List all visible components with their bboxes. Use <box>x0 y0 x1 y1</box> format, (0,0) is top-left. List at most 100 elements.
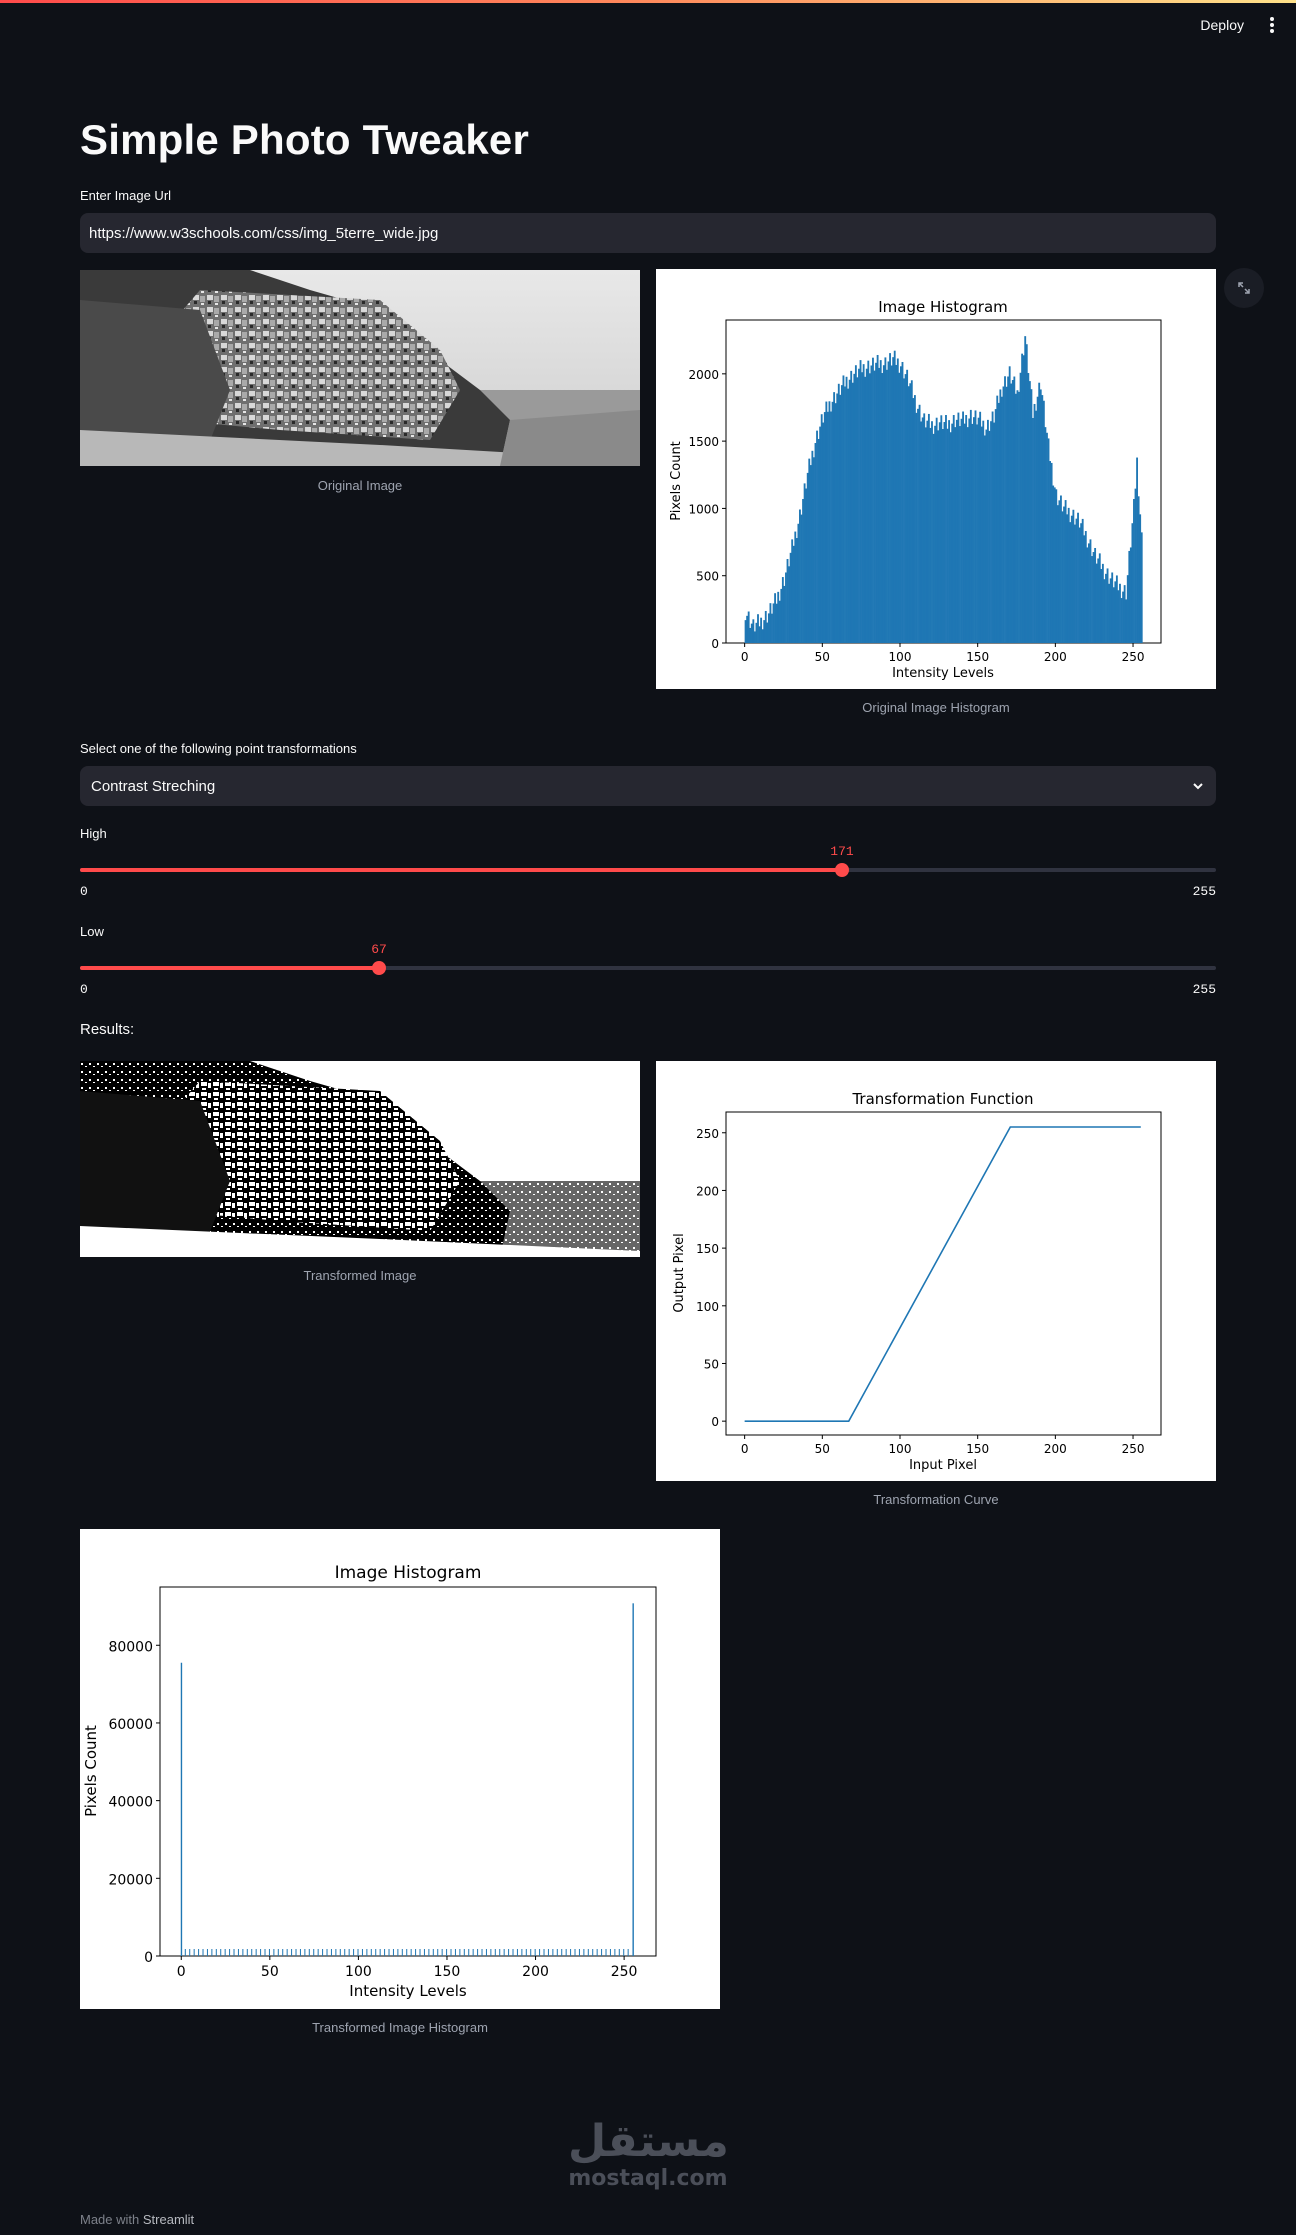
histogram-bar <box>255 1949 257 1956</box>
x-tick-label: 0 <box>741 650 749 664</box>
histogram-bar <box>601 1949 603 1956</box>
page-title: Simple Photo Tweaker <box>80 116 529 163</box>
histogram-bar <box>308 1949 310 1956</box>
x-tick-label: 50 <box>815 650 830 664</box>
histogram-bar <box>437 1949 439 1956</box>
histogram-bar <box>406 1949 408 1956</box>
x-axis-label: Intensity Levels <box>892 666 994 681</box>
histogram-bar <box>317 1949 319 1956</box>
original-histogram-caption: Original Image Histogram <box>862 700 1010 715</box>
histogram-bar <box>366 1949 368 1956</box>
histogram-bar <box>450 1949 452 1956</box>
histogram-bar <box>229 1949 231 1956</box>
histogram-bar <box>534 1949 536 1956</box>
histogram-bar <box>384 1949 386 1956</box>
histogram-bar <box>614 1949 616 1956</box>
transformed-histogram-chart: 0 50 100 150 200 250 0 20000 40000 60000 80000 Im… <box>82 1563 657 2000</box>
histogram-bar <box>264 1949 266 1956</box>
fullscreen-button[interactable] <box>1224 268 1264 308</box>
histogram-bar <box>206 1949 208 1956</box>
histogram-bar <box>459 1949 461 1956</box>
high-slider[interactable]: 171 <box>80 844 1216 885</box>
histogram-bar <box>202 1949 204 1956</box>
histogram-bar <box>339 1949 341 1956</box>
y-tick-label: 2000 <box>688 368 719 382</box>
x-tick-label: 200 <box>1044 650 1067 664</box>
expand-icon <box>1238 282 1250 294</box>
x-tick-label: 150 <box>434 1964 461 1980</box>
histogram-bar <box>508 1949 510 1956</box>
x-tick-label: 250 <box>611 1964 638 1980</box>
footer: Made with Streamlit <box>80 2212 194 2227</box>
x-tick-label: 250 <box>1122 650 1145 664</box>
low-slider[interactable]: 67 <box>80 942 1216 983</box>
histogram-bar <box>220 1949 222 1956</box>
x-tick-label: 0 <box>177 1964 186 1980</box>
y-tick-label: 150 <box>696 1242 719 1256</box>
x-tick-label: 200 <box>522 1964 549 1980</box>
transformation-select-value: Contrast Streching <box>91 777 216 795</box>
y-tick-label: 80000 <box>108 1639 153 1655</box>
histogram-bar <box>415 1949 417 1956</box>
histogram-bar <box>286 1949 288 1956</box>
histogram-bar <box>477 1949 479 1956</box>
histogram-bar <box>370 1949 372 1956</box>
histogram-bar <box>623 1949 625 1956</box>
y-tick-label: 0 <box>711 637 719 651</box>
histogram-bar <box>552 1949 554 1956</box>
footer-prefix: Made with <box>80 2212 143 2227</box>
histogram-bar <box>246 1949 248 1956</box>
main-menu-icon[interactable] <box>1264 13 1280 37</box>
histogram-bar <box>313 1949 315 1956</box>
histogram-bar <box>344 1949 346 1956</box>
histogram-bar <box>397 1949 399 1956</box>
x-tick-label: 250 <box>1122 1442 1145 1456</box>
histogram-bar <box>446 1949 448 1956</box>
y-tick-label: 250 <box>696 1127 719 1141</box>
slider-fill <box>80 966 379 970</box>
histogram-bar <box>428 1949 430 1956</box>
histogram-bar <box>468 1949 470 1956</box>
histogram-bar <box>441 1949 443 1956</box>
y-axis-label: Pixels Count <box>82 1725 100 1817</box>
chart-title: Transformation Function <box>851 1090 1033 1108</box>
histogram-bar <box>583 1949 585 1956</box>
histogram-bar <box>251 1949 253 1956</box>
watermark-latin: mostaql.com <box>568 2166 728 2191</box>
transformation-line <box>744 1126 1141 1422</box>
high-slider-thumb[interactable] <box>835 863 849 877</box>
deploy-button[interactable]: Deploy <box>1194 13 1250 37</box>
streamlit-link[interactable]: Streamlit <box>143 2212 194 2227</box>
histogram-bar <box>512 1949 514 1956</box>
image-url-input[interactable] <box>80 213 1216 253</box>
histogram-bar <box>291 1949 293 1956</box>
y-axis-label: Pixels Count <box>669 441 684 521</box>
histogram-bar <box>587 1949 589 1956</box>
histogram-bar <box>547 1949 549 1956</box>
histogram-bar <box>419 1949 421 1956</box>
histogram-bar <box>485 1949 487 1956</box>
histogram-bar <box>189 1949 191 1956</box>
low-slider-thumb[interactable] <box>372 961 386 975</box>
results-heading: Results: <box>80 1021 135 1038</box>
histogram-bar <box>260 1949 262 1956</box>
low-slider-value: 67 <box>371 942 387 957</box>
x-axis-label: Input Pixel <box>909 1458 977 1473</box>
histogram-bar <box>237 1949 239 1956</box>
histogram-bar <box>330 1949 332 1956</box>
histogram-bar <box>627 1949 629 1956</box>
original-image <box>80 270 640 466</box>
transformation-select[interactable]: Contrast Streching <box>80 766 1216 806</box>
histogram-bar <box>193 1949 195 1956</box>
plot-frame <box>725 1111 1162 1436</box>
histogram-bar <box>233 1949 235 1956</box>
high-slider-label: High <box>80 826 107 841</box>
y-tick-label: 1000 <box>688 502 719 516</box>
x-tick-label: 100 <box>345 1964 372 1980</box>
chart-title: Image Histogram <box>878 298 1008 316</box>
y-axis-label: Output Pixel <box>672 1233 687 1312</box>
x-tick-label: 50 <box>815 1442 830 1456</box>
histogram-bar <box>539 1949 541 1956</box>
histogram-bar <box>379 1949 381 1956</box>
histogram-bar <box>490 1949 492 1956</box>
